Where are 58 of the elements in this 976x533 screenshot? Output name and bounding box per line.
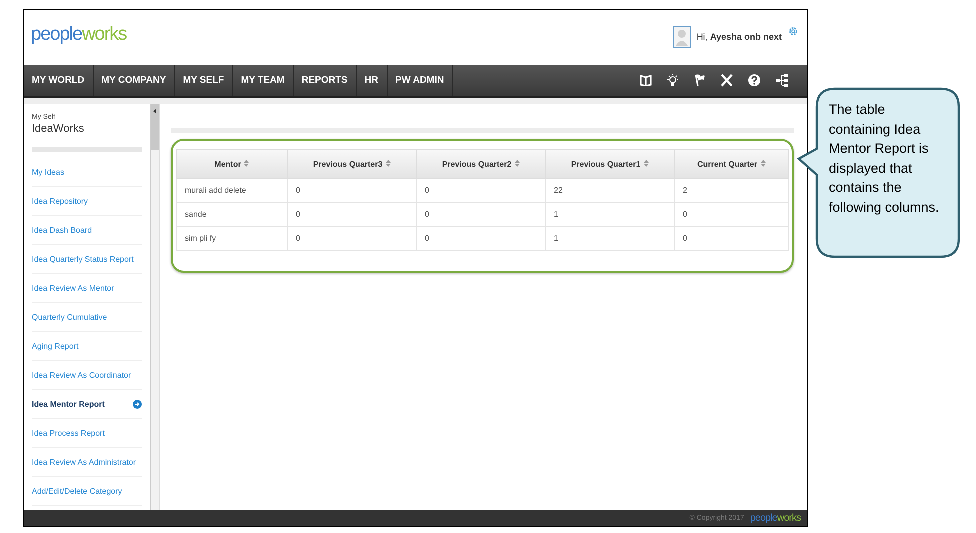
sort-icon[interactable] xyxy=(386,160,391,166)
table-cell: sande xyxy=(176,202,288,226)
column-header[interactable]: Previous Quarter3 xyxy=(288,150,416,178)
flag-icon[interactable] xyxy=(694,74,706,87)
sidebar-title: IdeaWorks xyxy=(32,123,86,135)
nav-item[interactable]: REPORTS xyxy=(294,65,357,96)
table-cell: 2 xyxy=(674,178,788,202)
table-cell: 1 xyxy=(546,226,674,250)
sort-icon[interactable] xyxy=(644,160,649,166)
table-cell: 0 xyxy=(674,226,788,250)
sidebar-item[interactable]: Idea Mentor Report xyxy=(32,390,142,419)
column-header[interactable]: Previous Quarter2 xyxy=(416,150,546,178)
sidebar-item[interactable]: Idea Dash Board xyxy=(32,216,142,245)
avatar-icon[interactable] xyxy=(672,26,691,48)
table-cell: 0 xyxy=(288,226,416,250)
table-cell: 0 xyxy=(416,202,546,226)
greeting-text: Hi, Ayesha onb next xyxy=(696,32,782,42)
lightbulb-icon[interactable] xyxy=(667,74,679,88)
nav-item[interactable]: MY COMPANY xyxy=(94,65,176,96)
sidebar-item[interactable]: Idea Review As Coordinator xyxy=(32,361,142,390)
sidebar-item[interactable]: Idea Review As Mentor xyxy=(32,274,142,303)
settings-icon[interactable] xyxy=(788,26,799,37)
nav-item[interactable]: MY WORLD xyxy=(24,65,94,96)
sidebar-item[interactable]: Quarterly Cumulative xyxy=(32,303,142,332)
table-cell: murali add delete xyxy=(176,178,288,202)
column-header[interactable]: Current Quarter xyxy=(674,150,788,178)
table-cell: 0 xyxy=(288,178,416,202)
sort-icon[interactable] xyxy=(760,160,766,166)
callout-text: The table containing Idea Mentor Report is displayed that contains the following columns. xyxy=(829,101,940,217)
sidebar-item[interactable]: Idea Review As Administrator xyxy=(32,448,142,477)
help-icon[interactable] xyxy=(748,74,761,87)
table-cell: 0 xyxy=(674,202,788,226)
sitemap-icon[interactable] xyxy=(776,74,789,87)
nav-item[interactable]: MY TEAM xyxy=(233,65,294,96)
sidebar-item[interactable]: My Ideas xyxy=(32,158,142,187)
table-cell: 0 xyxy=(416,226,546,250)
sidebar-item[interactable]: Idea Process Report xyxy=(32,419,142,448)
column-header[interactable]: Previous Quarter1 xyxy=(546,150,674,178)
sidebar-item[interactable]: Idea Repository xyxy=(32,187,142,216)
peopleworks-logo: peopleworks xyxy=(31,25,127,44)
table-cell: sim pli fy xyxy=(176,226,288,250)
sort-icon[interactable] xyxy=(514,160,520,166)
table-cell: 0 xyxy=(288,202,416,226)
table-cell: 22 xyxy=(546,178,674,202)
sidebar-item[interactable]: Add/Edit/Delete Category xyxy=(32,477,142,506)
arrow-circle-icon xyxy=(133,400,142,408)
nav-item[interactable]: PW ADMIN xyxy=(388,65,454,96)
nav-item[interactable]: MY SELF xyxy=(175,65,234,96)
sidebar-item[interactable]: Idea Quarterly Status Report xyxy=(32,245,142,274)
collapse-handle-icon[interactable] xyxy=(151,104,159,150)
table-cell: 0 xyxy=(416,178,546,202)
book-icon[interactable] xyxy=(640,75,652,86)
sidebar-item[interactable]: Aging Report xyxy=(32,332,142,361)
sort-icon[interactable] xyxy=(244,160,250,166)
column-header[interactable]: Mentor xyxy=(176,150,288,178)
peopleworks-logo: peopleworks xyxy=(750,512,801,524)
nav-item[interactable]: HR xyxy=(356,65,388,96)
table-cell: 1 xyxy=(546,202,674,226)
